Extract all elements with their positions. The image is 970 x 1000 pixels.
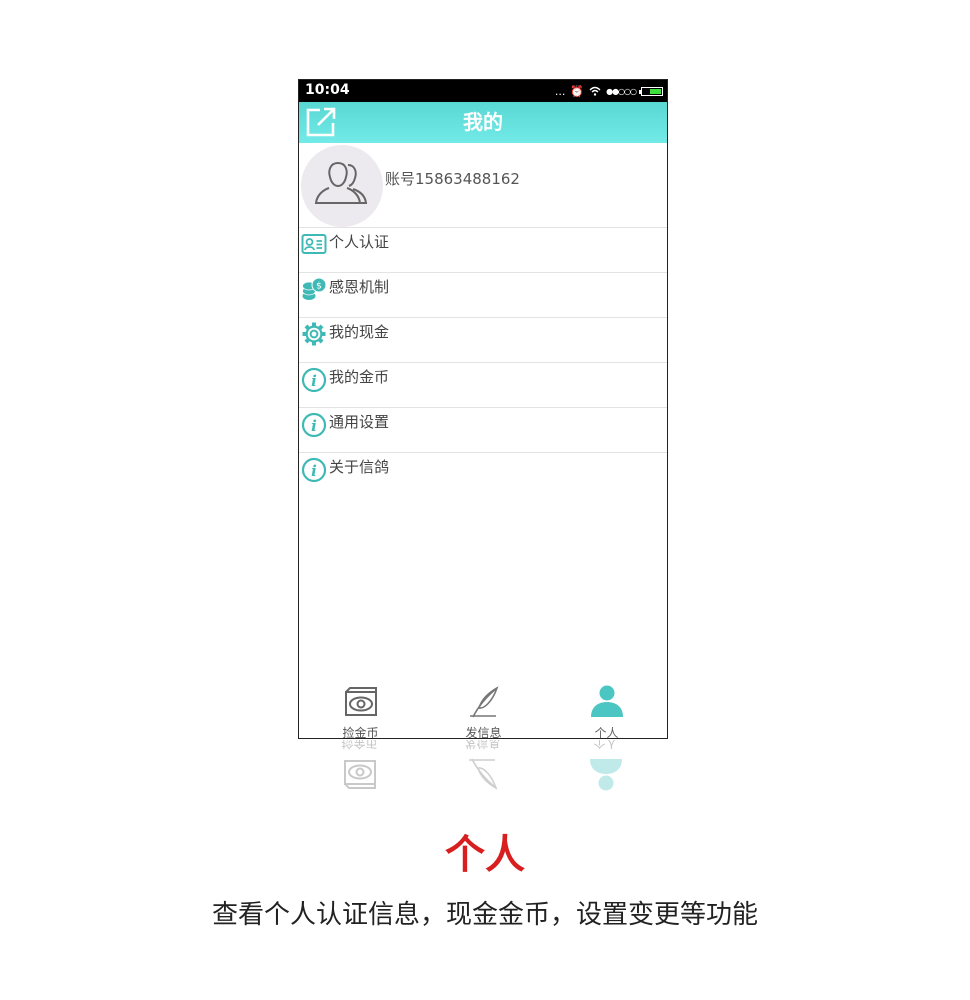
menu-item-gratitude[interactable]: $ 感恩机制 — [299, 273, 667, 318]
tab-pick-coins[interactable]: 捡金币 — [299, 672, 422, 738]
person-icon — [590, 685, 623, 717]
tab-label: 个人 — [594, 726, 619, 739]
page-title: 我的 — [463, 110, 503, 134]
status-icons: ... ⏰ ●●○○○ — [555, 83, 663, 99]
title-bar: 我的 — [299, 102, 667, 143]
caption-description: 查看个人认证信息，现金金币，设置变更等功能 — [211, 900, 758, 930]
profile-section[interactable]: 账号15863488162 — [299, 143, 667, 228]
svg-text:i: i — [311, 462, 317, 480]
account-number: 账号15863488162 — [385, 170, 520, 188]
menu-item-label: 感恩机制 — [329, 278, 390, 296]
signal-dots-icon: ●●○○○ — [606, 86, 637, 96]
caption-title: 个人 — [445, 832, 525, 878]
tab-label-reflection: 发信息 — [464, 740, 501, 750]
gear-icon — [302, 322, 326, 346]
tab-label: 发信息 — [465, 726, 502, 739]
status-bar: 10:04 ... ⏰ ●●○○○ — [299, 80, 667, 102]
tab-label-reflection: 捡金币 — [341, 740, 378, 750]
tab-personal[interactable]: 个人 — [545, 672, 667, 739]
battery-icon — [639, 86, 663, 96]
alarm-icon: ⏰ — [570, 84, 585, 98]
menu-item-label: 关于信鸽 — [329, 458, 390, 476]
tab-label: 捡金币 — [342, 726, 379, 739]
tab-bar-reflection: 捡金币 发信息 个人 — [298, 740, 668, 804]
menu-item-certification[interactable]: 个人认证 — [299, 228, 667, 273]
menu-list: 个人认证 $ 感恩机制 我的现金 i 我的金币 i 通用设置 i 关于信鸽 — [299, 228, 667, 498]
menu-item-my-coins[interactable]: i 我的金币 — [299, 363, 667, 408]
info-icon: i — [301, 367, 327, 392]
status-time: 10:04 — [305, 82, 350, 98]
menu-item-label: 通用设置 — [329, 413, 390, 431]
id-card-icon — [301, 234, 327, 254]
person-icon — [589, 759, 622, 791]
user-silhouette-icon — [314, 161, 368, 204]
eye-card-icon — [344, 687, 377, 716]
menu-item-about[interactable]: i 关于信鸽 — [299, 453, 667, 498]
menu-item-my-cash[interactable]: 我的现金 — [299, 318, 667, 363]
feather-icon — [468, 758, 497, 790]
info-icon: i — [301, 412, 327, 437]
wifi-icon — [589, 86, 601, 96]
svg-text:i: i — [311, 417, 317, 435]
svg-text:i: i — [311, 372, 317, 390]
feather-icon — [469, 686, 498, 718]
phone-screen: 10:04 ... ⏰ ●●○○○ 我的 账号15863488162 个人认证 … — [298, 79, 668, 739]
tab-send-message[interactable]: 发信息 — [422, 672, 545, 738]
bottom-tab-bar: 捡金币 发信息 个人 — [299, 672, 667, 738]
more-dots-icon: ... — [554, 84, 566, 98]
coins-icon: $ — [302, 277, 327, 300]
menu-item-general-settings[interactable]: i 通用设置 — [299, 408, 667, 453]
menu-item-label: 个人认证 — [329, 233, 390, 251]
tab-label-reflection: 个人 — [593, 740, 618, 750]
menu-item-label: 我的现金 — [329, 323, 390, 341]
info-icon: i — [301, 457, 327, 482]
svg-text:$: $ — [316, 282, 322, 292]
eye-card-icon — [343, 760, 376, 789]
menu-item-label: 我的金币 — [329, 368, 390, 386]
avatar[interactable] — [301, 145, 383, 227]
